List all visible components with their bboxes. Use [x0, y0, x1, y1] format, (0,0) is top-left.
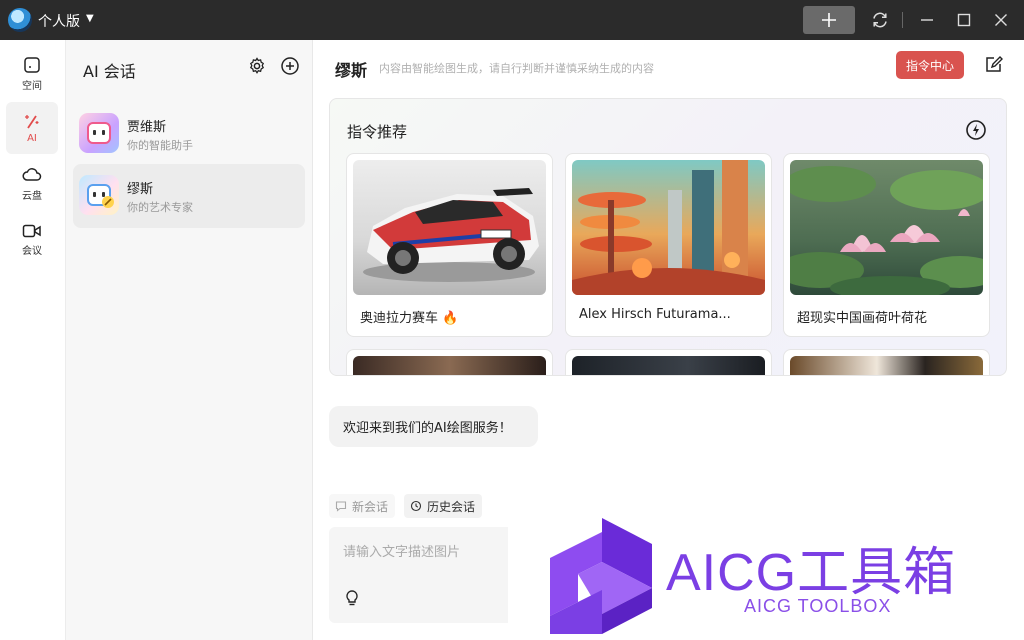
account-title[interactable]: 个人版	[38, 11, 80, 31]
add-conversation-button[interactable]	[280, 56, 300, 76]
conversation-name: 贾维斯	[127, 120, 167, 135]
rail-label: 会议	[22, 246, 42, 257]
gear-icon[interactable]	[247, 56, 267, 76]
history-conversation-button[interactable]: 历史会话	[404, 494, 482, 518]
chat-icon	[335, 501, 347, 512]
rail-item-cloud[interactable]: 云盘	[6, 158, 58, 210]
conversation-subtitle: 你的艺术专家	[127, 201, 193, 214]
conversation-panel: AI 会话 贾维斯 你的智能助手 缪斯 你的艺术专家	[66, 40, 313, 640]
rail-item-space[interactable]: 空间	[6, 48, 58, 100]
rail-item-meeting[interactable]: 会议	[6, 214, 58, 266]
video-icon	[22, 224, 41, 238]
prompt-card-partial[interactable]	[565, 349, 772, 375]
watermark-subtext: AICG TOOLBOX	[744, 596, 892, 616]
lightbulb-icon[interactable]	[343, 589, 361, 607]
jarvis-avatar	[79, 113, 119, 153]
conversation-item-muse[interactable]: 缪斯 你的艺术专家	[73, 164, 305, 228]
history-icon	[410, 500, 422, 512]
edit-icon[interactable]	[984, 55, 1004, 75]
rail-label: 空间	[22, 81, 42, 92]
cloud-icon	[22, 168, 42, 181]
rail-item-ai[interactable]: AI	[6, 102, 58, 154]
conversation-subtitle: 你的智能助手	[127, 139, 193, 152]
lightning-icon[interactable]	[965, 119, 987, 141]
new-conversation-button[interactable]: 新会话	[329, 494, 395, 518]
magic-wand-icon	[25, 115, 39, 129]
prompt-card-rally-car[interactable]: 奥迪拉力赛车 🔥	[346, 153, 553, 337]
card-caption: Alex Hirsch Futurama...	[579, 307, 731, 322]
prompt-card-lotus[interactable]: 超现实中国画荷叶荷花	[783, 153, 990, 337]
page-title: 缪斯	[335, 61, 368, 80]
prompt-card-futurama[interactable]: Alex Hirsch Futurama...	[565, 153, 772, 337]
conversation-name: 缪斯	[127, 182, 154, 197]
recommendation-title: 指令推荐	[347, 123, 408, 141]
close-button[interactable]	[991, 10, 1011, 30]
rail-label: AI	[27, 133, 37, 144]
plus-icon	[822, 13, 836, 27]
card-caption: 奥迪拉力赛车 🔥	[360, 311, 459, 326]
square-icon	[24, 57, 40, 73]
fire-icon: 🔥	[442, 311, 459, 326]
new-tab-button[interactable]	[803, 6, 855, 34]
watermark: AICG工具箱 AICG TOOLBOX	[508, 510, 1024, 640]
muse-avatar	[79, 175, 119, 215]
title-bar: 个人版 ▼	[0, 0, 1024, 40]
card-image-dark	[572, 356, 765, 375]
recommendation-panel: 指令推荐 奥迪拉力赛车 🔥 Alex Hirsch Futurama... 超现…	[329, 98, 1007, 376]
minimize-button[interactable]	[917, 10, 937, 30]
card-image-city	[572, 160, 765, 295]
watermark-text: AICG工具箱	[666, 544, 957, 602]
card-image-lotus	[790, 160, 983, 295]
card-caption: 超现实中国画荷叶荷花	[797, 311, 928, 326]
prompt-card-partial[interactable]	[783, 349, 990, 375]
welcome-message: 欢迎来到我们的AI绘图服务！	[329, 406, 538, 447]
rail-label: 云盘	[22, 191, 42, 202]
user-avatar[interactable]	[8, 8, 32, 32]
card-image-panda	[790, 356, 983, 375]
aicg-logo	[550, 518, 652, 634]
conversation-item-jarvis[interactable]: 贾维斯 你的智能助手	[73, 102, 305, 166]
sync-icon[interactable]	[870, 10, 890, 30]
plus-circle-icon	[281, 57, 299, 75]
page-description: 内容由智能绘图生成，请自行判断并谨慎采纳生成的内容	[379, 62, 654, 75]
prompt-card-partial[interactable]	[346, 349, 553, 375]
prompt-input-placeholder: 请输入文字描述图片	[343, 545, 461, 560]
card-image-car	[353, 160, 546, 295]
chevron-down-icon[interactable]: ▼	[86, 13, 94, 24]
command-center-button[interactable]: 指令中心	[896, 51, 964, 79]
card-image-portrait	[353, 356, 546, 375]
separator	[902, 12, 903, 28]
left-rail: 空间 AI 云盘 会议	[0, 40, 66, 640]
conversation-panel-title: AI 会话	[83, 62, 136, 81]
maximize-button[interactable]	[954, 10, 974, 30]
